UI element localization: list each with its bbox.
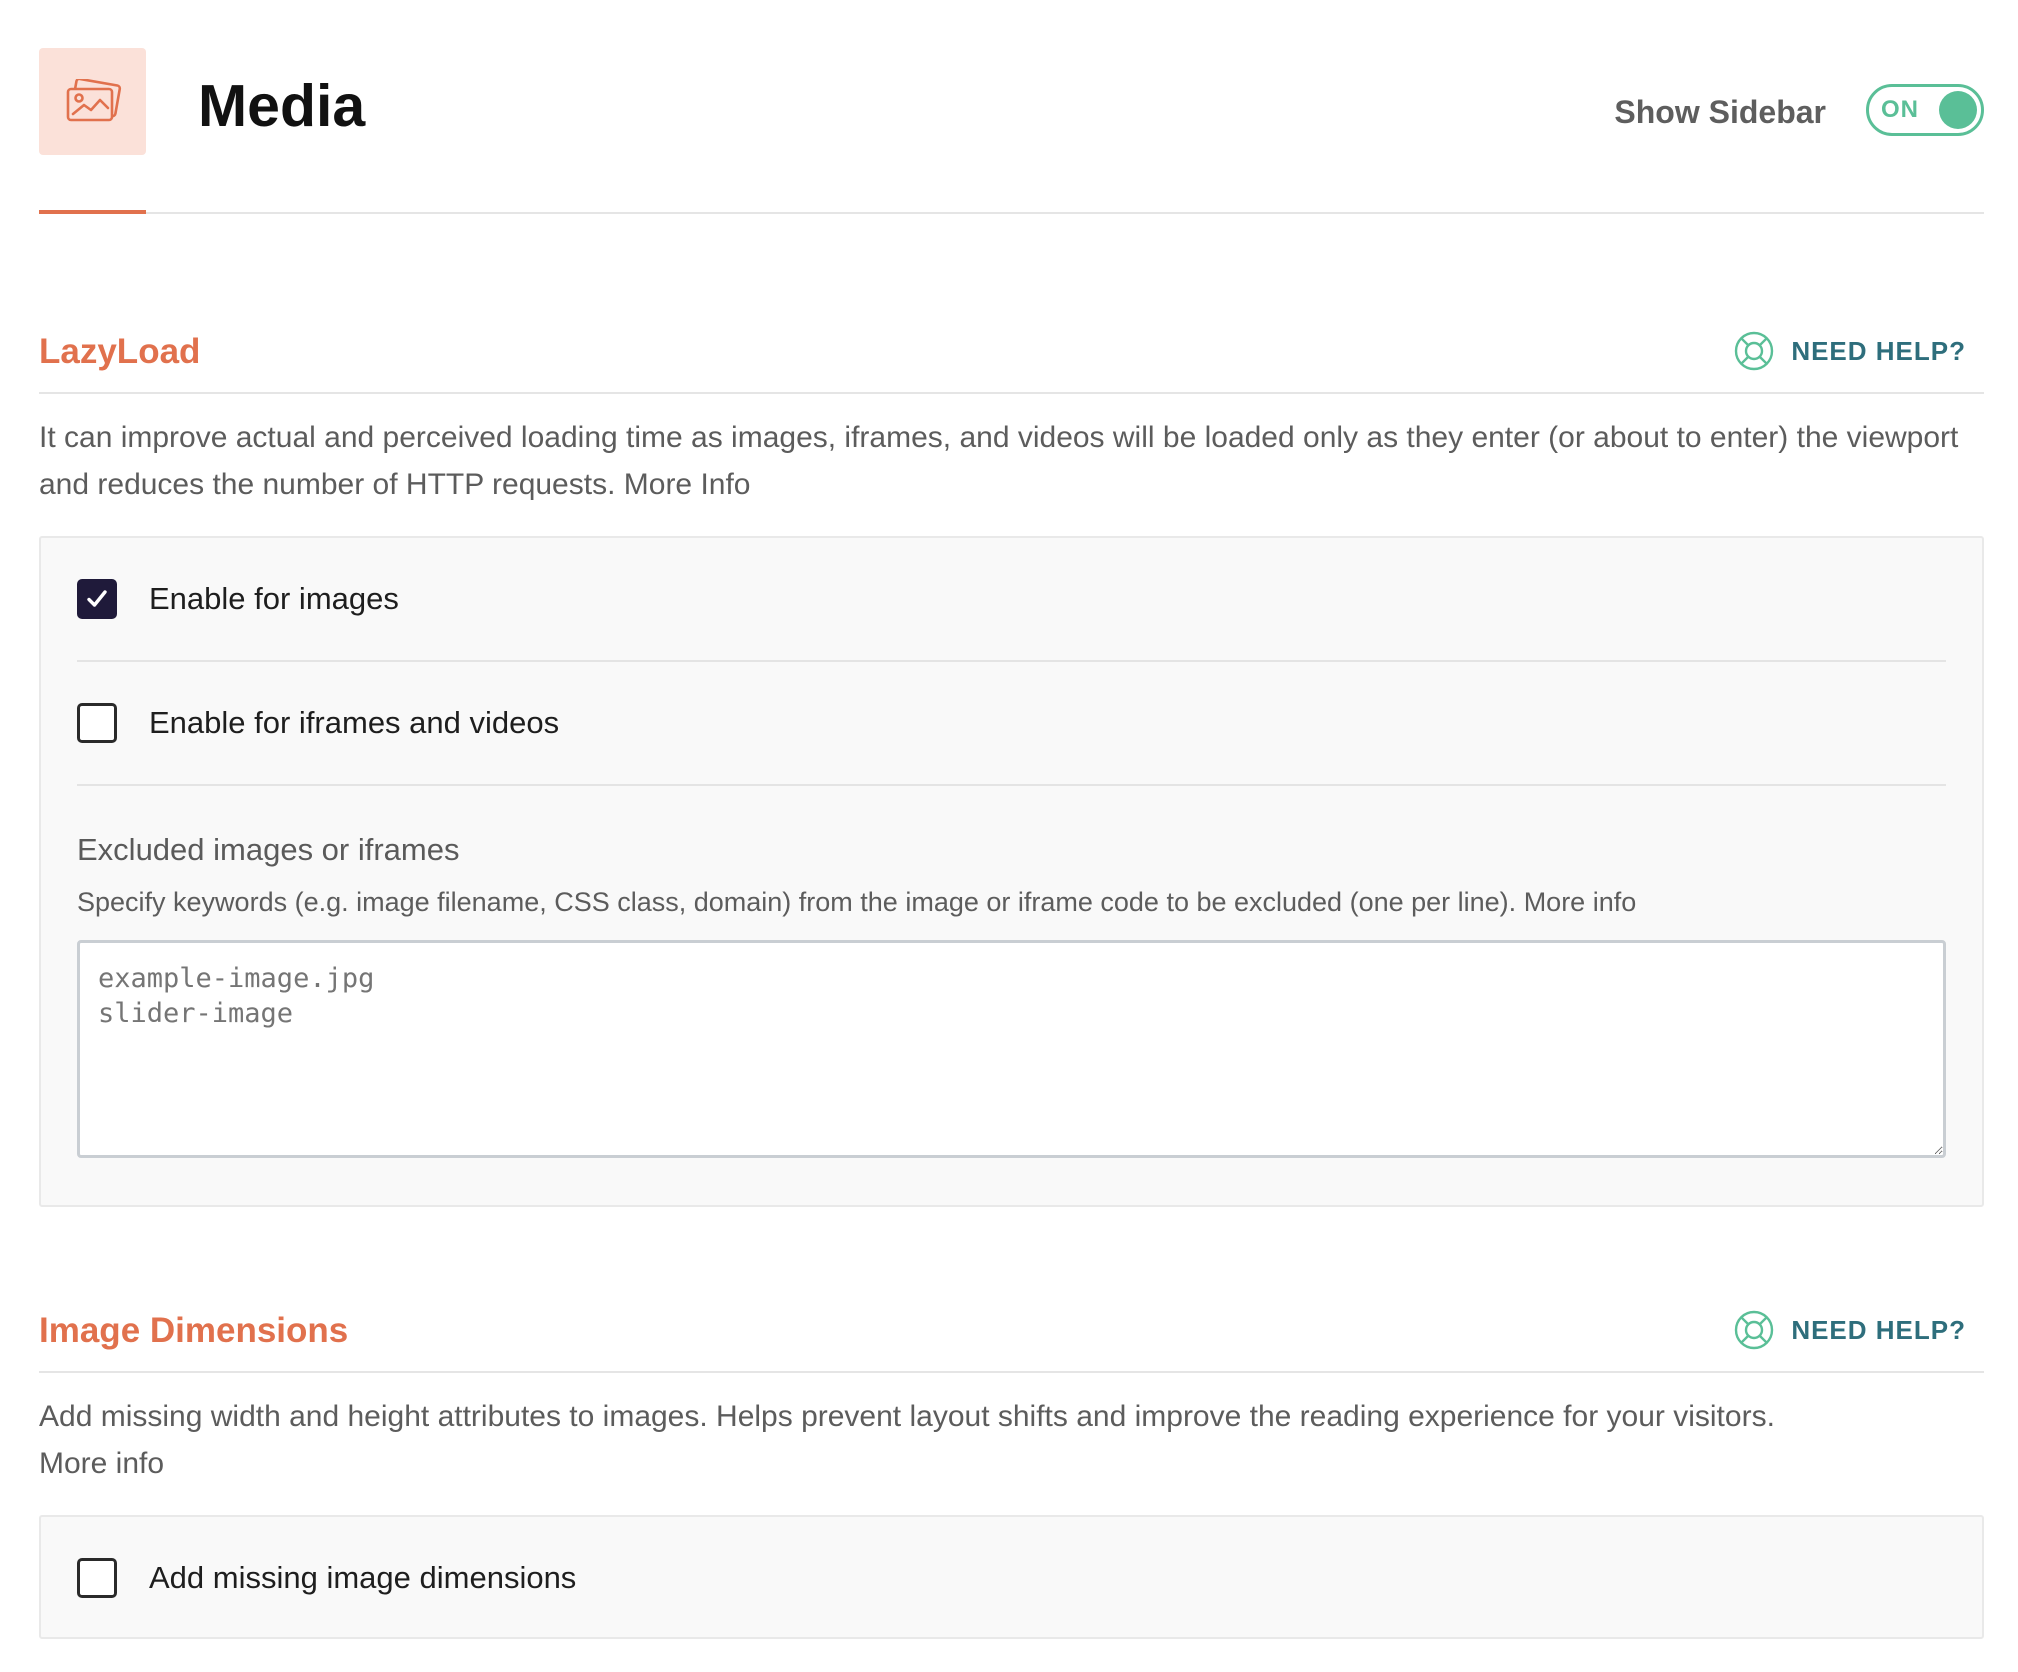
media-images-icon <box>39 48 146 155</box>
lazyload-options-panel: Enable for images Enable for iframes and… <box>39 536 1984 1207</box>
enable-images-checkbox[interactable] <box>77 579 117 619</box>
excluded-images-title: Excluded images or iframes <box>77 832 460 867</box>
need-help-label: NEED HELP? <box>1791 1315 1966 1345</box>
excluded-images-block: Excluded images or iframes Specify keywo… <box>77 786 1946 1158</box>
lifebuoy-icon <box>1735 331 1774 371</box>
enable-images-label: Enable for images <box>149 581 399 616</box>
lazyload-section-header: LazyLoad NEED HELP? <box>39 310 1984 394</box>
page-title: Media <box>198 73 366 139</box>
need-help-label: NEED HELP? <box>1791 336 1966 366</box>
image-dimensions-description-text: Add missing width and height attributes … <box>39 1400 1775 1433</box>
image-dimensions-need-help-link[interactable]: NEED HELP? <box>1733 1309 1966 1351</box>
toggle-state-label: ON <box>1881 96 1919 123</box>
image-dimensions-title: Image Dimensions <box>39 1311 349 1350</box>
excluded-images-textarea[interactable] <box>77 940 1946 1158</box>
lazyload-description-text: It can improve actual and perceived load… <box>39 421 1959 501</box>
lazyload-description: It can improve actual and perceived load… <box>39 414 1984 508</box>
show-sidebar-label: Show Sidebar <box>1614 94 1826 130</box>
enable-iframes-label: Enable for iframes and videos <box>149 705 560 740</box>
excluded-images-description: Specify keywords (e.g. image filename, C… <box>77 884 1946 920</box>
lazyload-need-help-link[interactable]: NEED HELP? <box>1733 330 1966 372</box>
image-dimensions-options-panel: Add missing image dimensions <box>39 1515 1984 1639</box>
option-row-enable-images: Enable for images <box>77 538 1946 662</box>
active-tab-underline <box>39 210 146 214</box>
add-missing-dimensions-label: Add missing image dimensions <box>149 1560 577 1595</box>
image-dimensions-description: Add missing width and height attributes … <box>39 1393 1984 1487</box>
enable-iframes-checkbox[interactable] <box>77 703 117 743</box>
image-dimensions-section-header: Image Dimensions NEED HELP? <box>39 1289 1984 1373</box>
image-dimensions-more-info-link[interactable]: More info <box>39 1447 164 1480</box>
page-header: Media Show Sidebar ON <box>39 0 1984 214</box>
checkmark-icon <box>87 590 107 607</box>
lazyload-more-info-link[interactable]: More Info <box>624 468 751 501</box>
excluded-images-more-info-link[interactable]: More info <box>1524 887 1637 917</box>
add-missing-dimensions-checkbox[interactable] <box>77 1558 117 1598</box>
lifebuoy-icon <box>1735 1310 1774 1350</box>
excluded-images-description-text: Specify keywords (e.g. image filename, C… <box>77 887 1517 917</box>
option-row-add-missing-dimensions: Add missing image dimensions <box>77 1517 1946 1639</box>
lazyload-title: LazyLoad <box>39 332 201 371</box>
option-row-enable-iframes: Enable for iframes and videos <box>77 662 1946 786</box>
show-sidebar-toggle[interactable]: ON <box>1866 84 1984 136</box>
toggle-knob <box>1939 91 1977 129</box>
media-settings-page: Media Show Sidebar ON LazyLoad NEED HELP… <box>39 0 1984 1639</box>
